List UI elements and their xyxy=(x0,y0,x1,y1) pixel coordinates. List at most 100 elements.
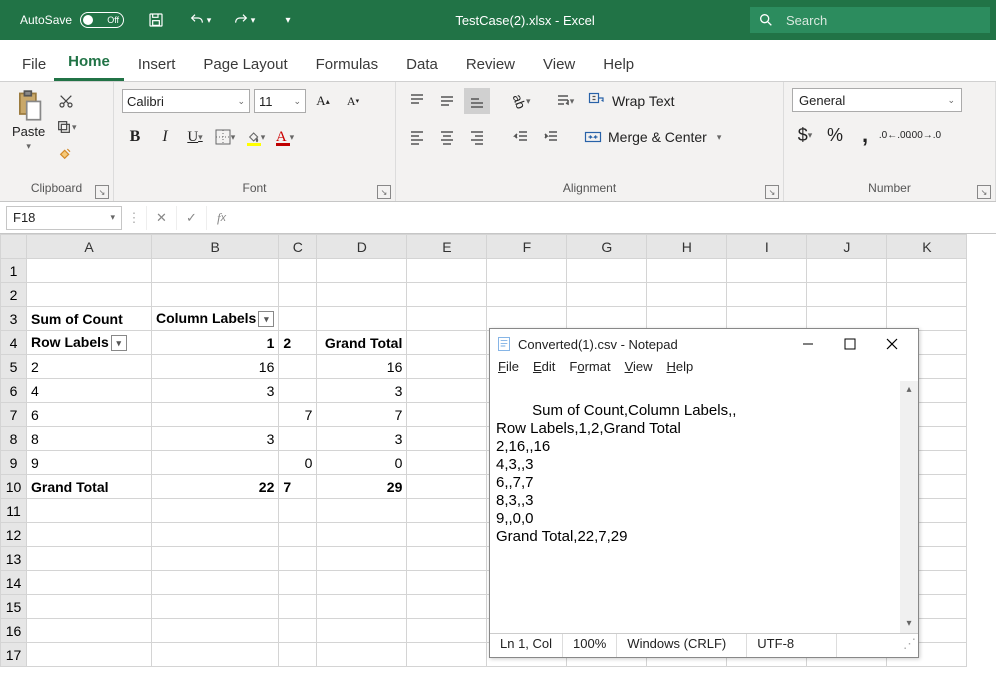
filter-dropdown-icon[interactable]: ▾ xyxy=(258,311,274,327)
search-input[interactable]: Search xyxy=(750,7,990,33)
formula-input[interactable] xyxy=(236,206,996,230)
paste-button[interactable]: Paste ▾ xyxy=(8,88,49,154)
paste-icon xyxy=(15,90,43,122)
select-all-corner[interactable] xyxy=(1,235,27,259)
column-header-row[interactable]: A B C D E F G H I J K xyxy=(1,235,967,259)
tab-help[interactable]: Help xyxy=(589,50,648,81)
row-header: 3 xyxy=(1,307,27,331)
align-middle-button[interactable] xyxy=(434,88,460,114)
align-bottom-button[interactable] xyxy=(464,88,490,114)
row-header: 14 xyxy=(1,571,27,595)
increase-font-button[interactable]: A▴ xyxy=(310,88,336,114)
cell[interactable]: Sum of Count xyxy=(27,307,152,331)
col-header: H xyxy=(647,235,727,259)
notepad-scrollbar[interactable]: ▴▾ xyxy=(900,381,918,633)
comma-format-button[interactable]: , xyxy=(852,122,878,148)
row-header: 4 xyxy=(1,331,27,355)
col-header: B xyxy=(152,235,279,259)
row-header: 1 xyxy=(1,259,27,283)
align-top-button[interactable] xyxy=(404,88,430,114)
font-size-select[interactable]: 11⌄ xyxy=(254,89,306,113)
align-center-button[interactable] xyxy=(434,124,460,150)
notepad-menubar[interactable]: File Edit Format View Help xyxy=(490,359,918,381)
font-launcher[interactable]: ↘ xyxy=(377,185,391,199)
qat-customize-icon[interactable]: ▾ xyxy=(276,8,300,32)
cell: 2 xyxy=(27,355,152,379)
name-box[interactable]: F18▾ xyxy=(6,206,122,230)
alignment-launcher[interactable]: ↘ xyxy=(765,185,779,199)
autosave-toggle[interactable]: Off xyxy=(80,12,124,28)
font-group-label: Font xyxy=(122,179,387,199)
redo-button[interactable]: ▾ xyxy=(232,8,256,32)
notepad-textarea[interactable]: Sum of Count,Column Labels,, Row Labels,… xyxy=(490,381,918,633)
menu-format[interactable]: Format xyxy=(569,359,610,381)
increase-indent-button[interactable] xyxy=(538,124,564,150)
ribbon-tabs: File Home Insert Page Layout Formulas Da… xyxy=(0,40,996,82)
formula-bar: F18▾ ⋮ ✕ ✓ fx xyxy=(0,202,996,234)
minimize-button[interactable] xyxy=(788,331,828,357)
row-header: 11 xyxy=(1,499,27,523)
wrap-toggle-mini[interactable]: ▾ xyxy=(552,88,578,114)
orientation-button[interactable]: ab▾ xyxy=(508,88,534,114)
clipboard-launcher[interactable]: ↘ xyxy=(95,185,109,199)
tab-page-layout[interactable]: Page Layout xyxy=(189,50,301,81)
filter-dropdown-icon[interactable]: ▾ xyxy=(111,335,127,351)
maximize-button[interactable] xyxy=(830,331,870,357)
tab-view[interactable]: View xyxy=(529,50,589,81)
resize-grip-icon[interactable]: ⋰ xyxy=(893,634,918,657)
tab-insert[interactable]: Insert xyxy=(124,50,190,81)
wrap-text-button[interactable]: Wrap Text xyxy=(582,90,681,112)
cell: 0 xyxy=(279,451,317,475)
italic-button[interactable]: I xyxy=(152,124,178,150)
fill-color-button[interactable]: ▾ xyxy=(242,124,268,150)
bold-button[interactable]: B xyxy=(122,124,148,150)
tab-file[interactable]: File xyxy=(14,50,54,81)
tab-data[interactable]: Data xyxy=(392,50,452,81)
font-color-button[interactable]: A▾ xyxy=(272,124,298,150)
align-left-button[interactable] xyxy=(404,124,430,150)
tab-formulas[interactable]: Formulas xyxy=(302,50,393,81)
notepad-window[interactable]: Converted(1).csv - Notepad File Edit For… xyxy=(489,328,919,658)
copy-button[interactable]: ▾ xyxy=(53,116,79,138)
col-header: D xyxy=(317,235,407,259)
cell: 6 xyxy=(27,403,152,427)
decrease-decimal-button[interactable]: .00→.0 xyxy=(912,122,938,148)
col-header: K xyxy=(887,235,967,259)
status-eol: Windows (CRLF) xyxy=(617,634,747,657)
percent-format-button[interactable]: % xyxy=(822,122,848,148)
cut-button[interactable] xyxy=(53,90,79,112)
menu-help[interactable]: Help xyxy=(667,359,694,381)
col-header: C xyxy=(279,235,317,259)
enter-formula-icon[interactable]: ✓ xyxy=(176,206,206,230)
cell[interactable]: Column Labels▾ xyxy=(152,307,279,331)
tab-review[interactable]: Review xyxy=(452,50,529,81)
number-launcher[interactable]: ↘ xyxy=(977,185,991,199)
borders-button[interactable]: ▾ xyxy=(212,124,238,150)
save-icon[interactable] xyxy=(144,8,168,32)
accounting-format-button[interactable]: $▾ xyxy=(792,122,818,148)
col-header: J xyxy=(807,235,887,259)
tab-home[interactable]: Home xyxy=(54,47,124,81)
fx-icon[interactable]: fx xyxy=(206,206,236,230)
merge-center-button[interactable]: Merge & Center▾ xyxy=(578,126,727,148)
menu-file[interactable]: File xyxy=(498,359,519,381)
format-painter-button[interactable] xyxy=(53,142,79,164)
increase-decimal-button[interactable]: .0←.00 xyxy=(882,122,908,148)
decrease-font-button[interactable]: A▾ xyxy=(340,88,366,114)
cell: 9 xyxy=(27,451,152,475)
menu-edit[interactable]: Edit xyxy=(533,359,555,381)
underline-button[interactable]: U▾ xyxy=(182,124,208,150)
cell: 7 xyxy=(317,403,407,427)
cell[interactable]: Row Labels▾ xyxy=(27,331,152,355)
cancel-formula-icon[interactable]: ✕ xyxy=(146,206,176,230)
align-right-button[interactable] xyxy=(464,124,490,150)
decrease-indent-button[interactable] xyxy=(508,124,534,150)
close-button[interactable] xyxy=(872,331,912,357)
number-format-select[interactable]: General⌄ xyxy=(792,88,962,112)
row-header: 12 xyxy=(1,523,27,547)
notepad-titlebar[interactable]: Converted(1).csv - Notepad xyxy=(490,329,918,359)
font-name-select[interactable]: Calibri⌄ xyxy=(122,89,250,113)
title-bar: AutoSave Off ▾ ▾ ▾ TestCase(2).xlsx - Ex… xyxy=(0,0,996,40)
undo-button[interactable]: ▾ xyxy=(188,8,212,32)
menu-view[interactable]: View xyxy=(625,359,653,381)
